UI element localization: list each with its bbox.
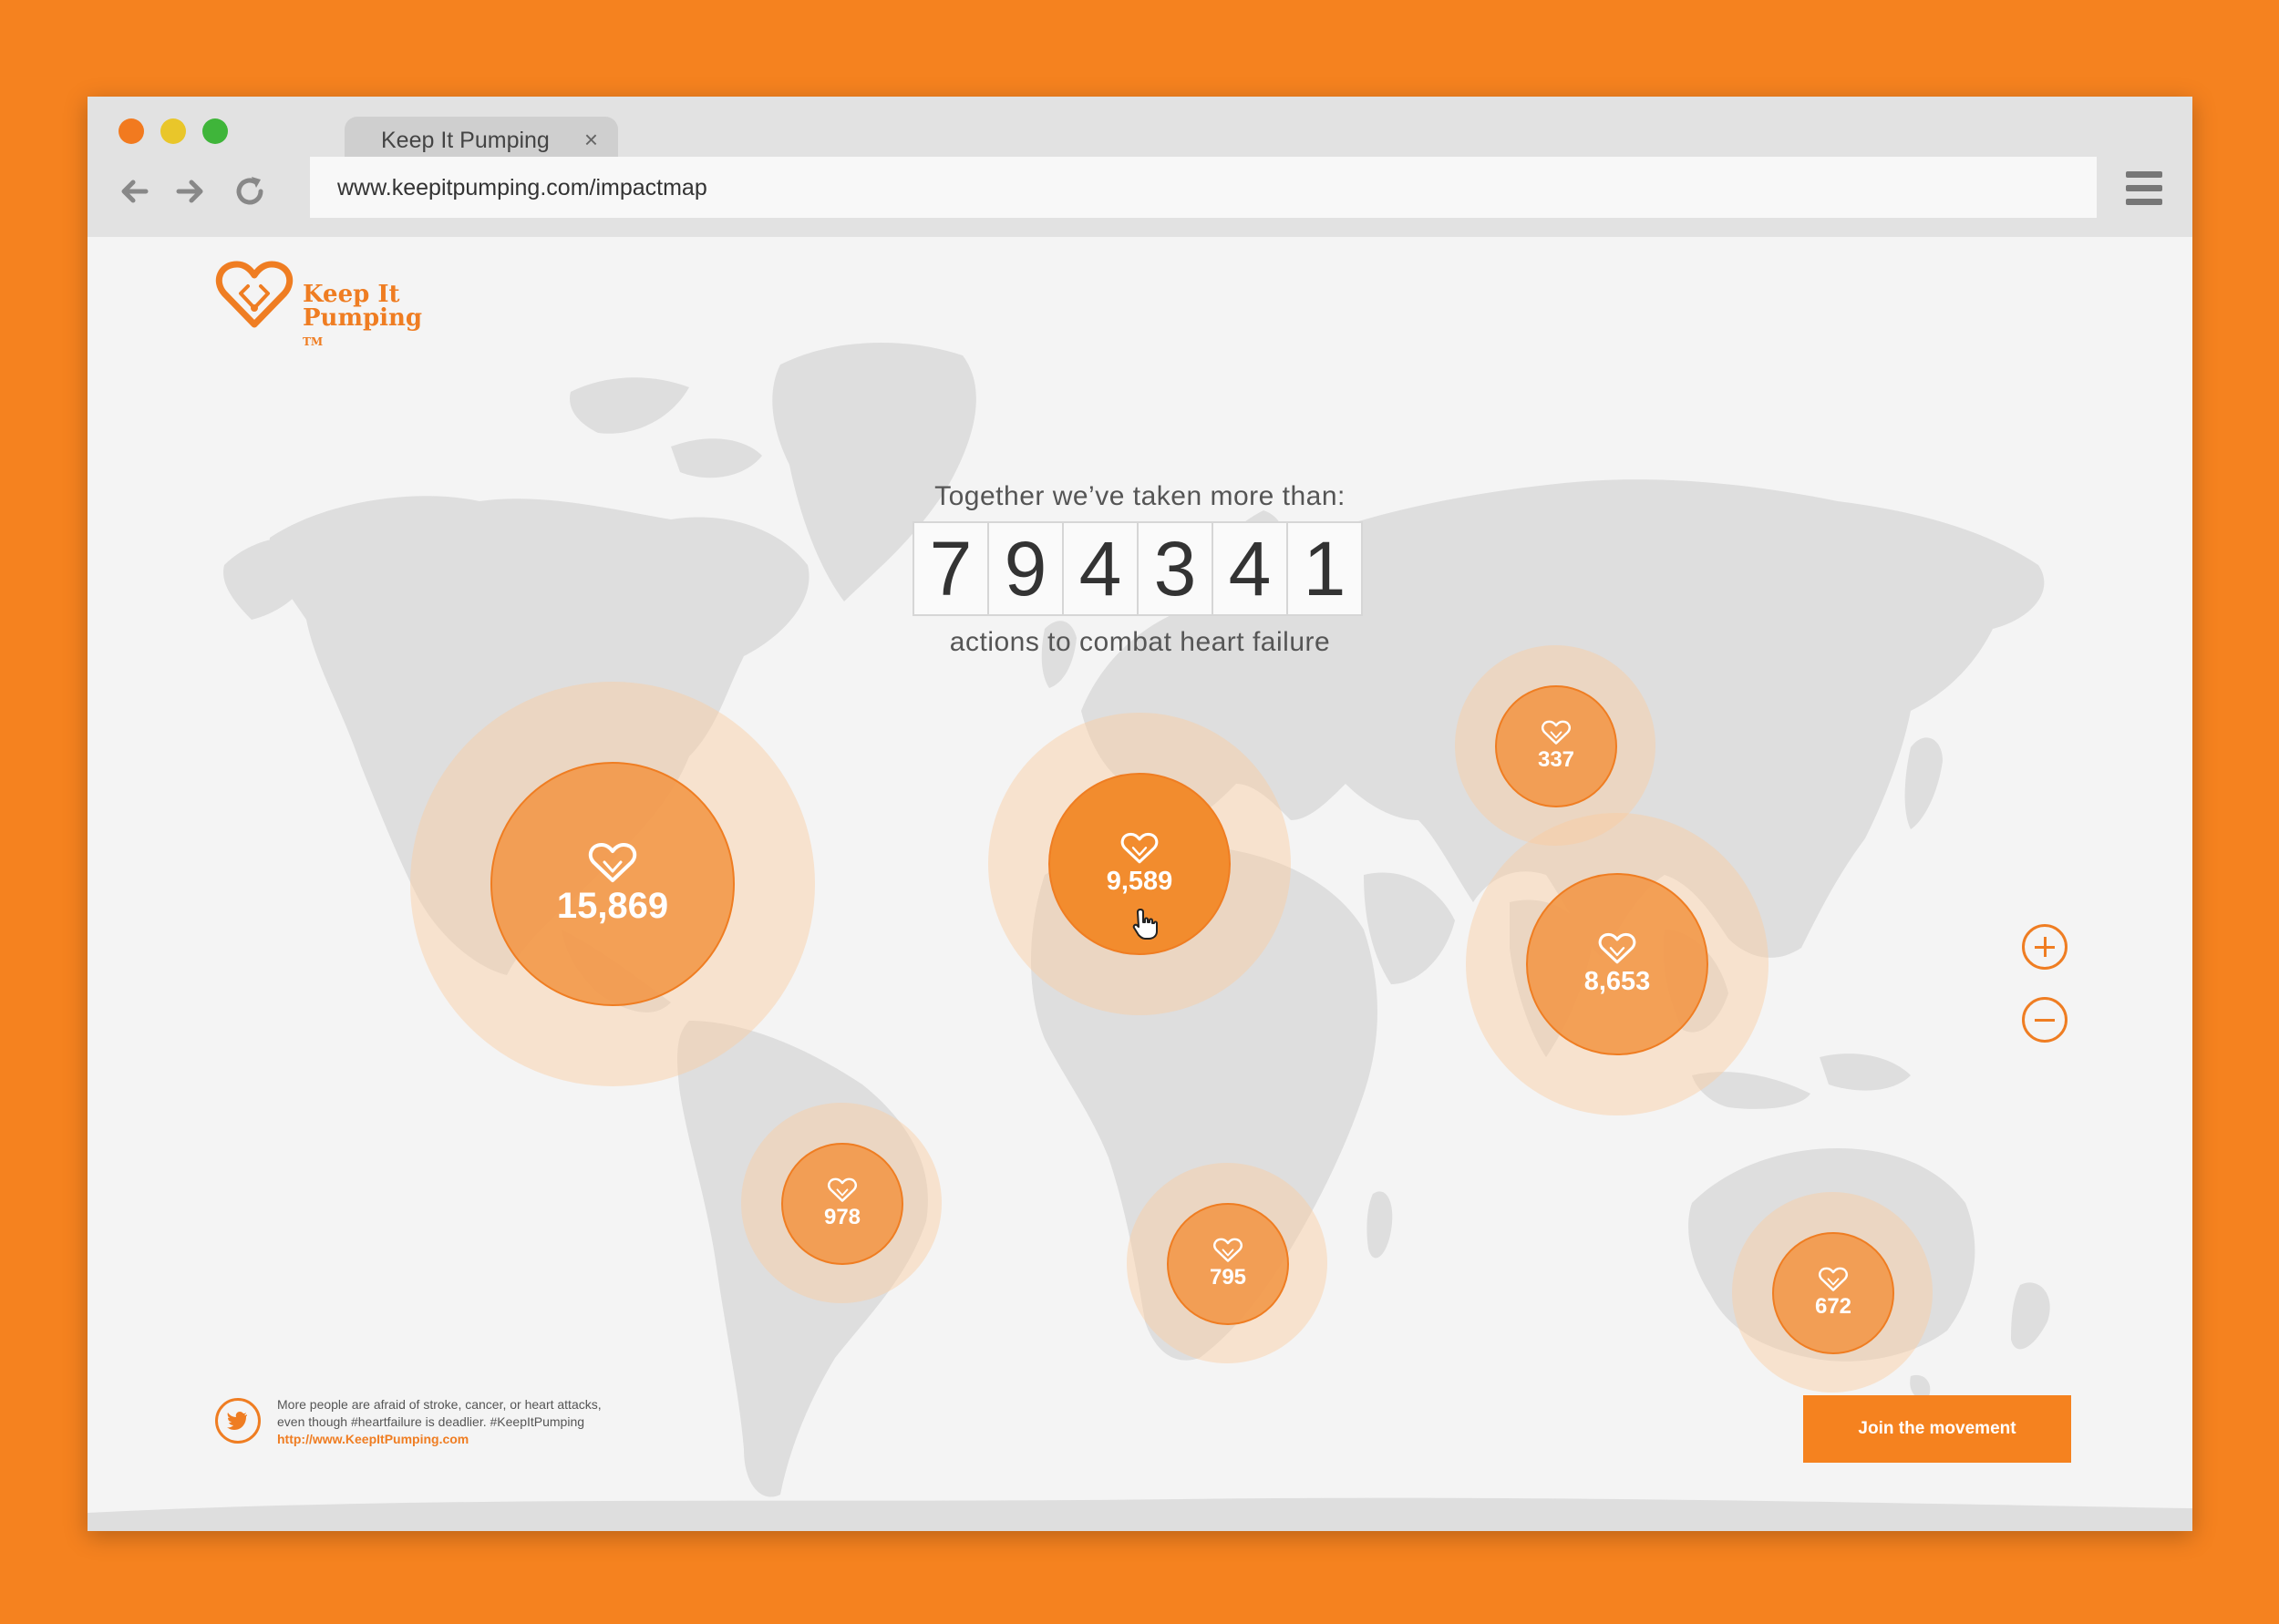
maximize-window-button[interactable] <box>202 118 228 144</box>
heart-icon <box>828 1177 857 1202</box>
logo-wordmark: Keep It Pumping TM <box>303 283 422 354</box>
counter-digit: 4 <box>1064 523 1139 614</box>
trademark: TM <box>303 335 324 348</box>
minimize-window-button[interactable] <box>160 118 186 144</box>
heart-logo-icon <box>215 261 294 328</box>
address-bar[interactable]: www.keepitpumping.com/impactmap <box>310 157 2097 218</box>
counter-digit: 7 <box>914 523 989 614</box>
bubble-core[interactable]: 795 <box>1167 1203 1289 1325</box>
hamburger-menu-icon[interactable] <box>2126 170 2162 208</box>
region-count: 15,869 <box>556 885 669 926</box>
actions-counter: 7 9 4 3 4 1 <box>913 521 1363 616</box>
bubble-core[interactable]: 15,869 <box>490 762 735 1006</box>
logo-line-1: Keep It <box>303 281 400 308</box>
heart-icon <box>1213 1238 1243 1262</box>
impact-map-page: Keep It Pumping TM Together we’ve taken … <box>88 237 2192 1531</box>
join-movement-button[interactable]: Join the movement <box>1803 1395 2071 1463</box>
region-count: 672 <box>1814 1294 1852 1319</box>
tweet-link[interactable]: http://www.KeepItPumping.com <box>277 1431 602 1448</box>
region-count: 795 <box>1209 1265 1247 1290</box>
bubble-core[interactable]: 337 <box>1495 685 1617 807</box>
bubble-core[interactable]: 8,653 <box>1526 873 1708 1055</box>
tweet-line-2: even though #heartfailure is deadlier. #… <box>277 1414 585 1429</box>
region-count: 8,653 <box>1583 966 1651 996</box>
forward-arrow-icon[interactable] <box>170 171 210 211</box>
heart-icon <box>1542 720 1571 745</box>
region-count: 337 <box>1537 747 1575 772</box>
back-arrow-icon[interactable] <box>115 171 155 211</box>
hand-cursor-icon <box>1132 909 1158 940</box>
counter-digit: 9 <box>989 523 1064 614</box>
tab-title: Keep It Pumping <box>381 128 550 153</box>
heart-icon <box>1819 1267 1848 1291</box>
heart-icon <box>1598 932 1636 963</box>
tweet-line-1: More people are afraid of stroke, cancer… <box>277 1397 602 1412</box>
counter-digit: 3 <box>1139 523 1213 614</box>
bubble-core[interactable]: 672 <box>1772 1232 1894 1354</box>
counter-headline: Together we’ve taken more than: <box>934 481 1346 511</box>
reload-icon[interactable] <box>230 171 270 211</box>
logo-line-2: Pumping <box>303 304 423 332</box>
counter-digit: 1 <box>1303 526 1346 612</box>
counter-caption: actions to combat heart failure <box>949 627 1331 657</box>
twitter-button[interactable] <box>215 1398 261 1444</box>
region-count: 978 <box>823 1205 861 1229</box>
region-count: 9,589 <box>1106 866 1173 896</box>
zoom-in-button[interactable] <box>2022 924 2068 970</box>
tab-close-icon[interactable]: × <box>584 126 598 154</box>
counter-digit: 4 <box>1213 523 1288 614</box>
url-text: www.keepitpumping.com/impactmap <box>337 175 707 200</box>
zoom-out-button[interactable] <box>2022 997 2068 1043</box>
twitter-bird-icon <box>227 1412 247 1430</box>
heart-icon <box>588 842 637 882</box>
tweet-text: More people are afraid of stroke, cancer… <box>277 1396 602 1448</box>
bubble-core[interactable]: 978 <box>781 1143 903 1265</box>
browser-tab[interactable]: Keep It Pumping × <box>345 117 618 162</box>
heart-icon <box>1120 832 1159 863</box>
keep-it-pumping-logo[interactable]: Keep It Pumping TM <box>215 259 452 348</box>
close-window-button[interactable] <box>119 118 144 144</box>
browser-window: Keep It Pumping × www.keepitpumping.com/… <box>88 97 2192 1531</box>
browser-chrome: Keep It Pumping × www.keepitpumping.com/… <box>88 97 2192 237</box>
